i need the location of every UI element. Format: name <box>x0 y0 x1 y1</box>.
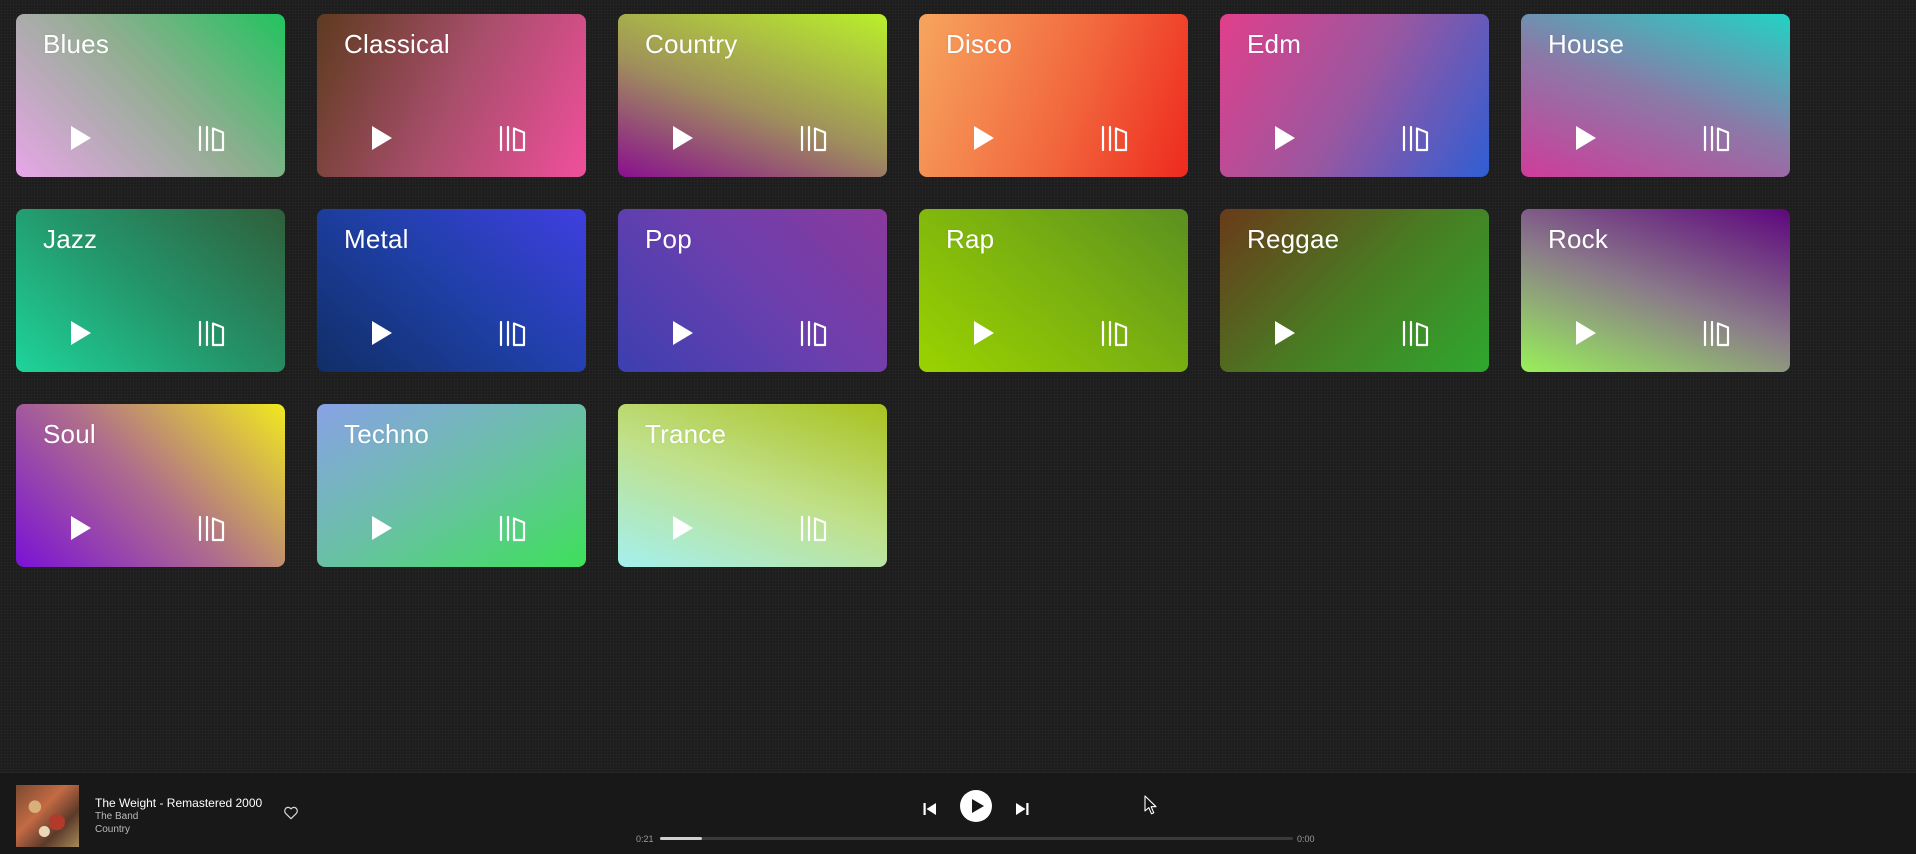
library-icon[interactable] <box>799 315 831 351</box>
library-icon[interactable] <box>1100 315 1132 351</box>
library-icon[interactable] <box>799 510 831 546</box>
library-icon[interactable] <box>1401 120 1433 156</box>
genre-title: Soul <box>43 419 96 449</box>
progress-fill <box>660 837 702 840</box>
track-genre: Country <box>95 824 131 835</box>
library-icon[interactable] <box>498 315 530 351</box>
genre-card[interactable]: Trance <box>618 404 887 567</box>
play-icon[interactable] <box>367 513 397 543</box>
play-icon[interactable] <box>969 123 999 153</box>
track-artist[interactable]: The Band <box>95 811 138 822</box>
genre-card[interactable]: Edm <box>1220 14 1489 177</box>
skip-next-icon[interactable] <box>1014 801 1030 817</box>
genre-title: Edm <box>1247 29 1302 59</box>
play-icon[interactable] <box>1571 318 1601 348</box>
time-total: 0:00 <box>1297 834 1315 844</box>
genre-title: Blues <box>43 29 110 59</box>
play-icon[interactable] <box>969 318 999 348</box>
play-icon[interactable] <box>367 318 397 348</box>
library-icon[interactable] <box>197 120 229 156</box>
play-icon[interactable] <box>66 318 96 348</box>
album-art[interactable] <box>16 785 79 847</box>
player-bar: The Weight - Remastered 2000 The Band Co… <box>0 772 1916 854</box>
library-icon[interactable] <box>1401 315 1433 351</box>
genre-title: Trance <box>645 419 727 449</box>
genre-card[interactable]: Rock <box>1521 209 1790 372</box>
genre-card[interactable]: Techno <box>317 404 586 567</box>
play-icon[interactable] <box>668 123 698 153</box>
genre-card[interactable]: Jazz <box>16 209 285 372</box>
library-icon[interactable] <box>197 510 229 546</box>
library-icon[interactable] <box>498 120 530 156</box>
genre-card[interactable]: Country <box>618 14 887 177</box>
play-icon[interactable] <box>66 123 96 153</box>
genre-grid: Blues Classical Country Disco Edm House Jazz Me… <box>16 14 1790 567</box>
genre-title: House <box>1548 29 1625 59</box>
progress-bar[interactable] <box>660 837 1293 840</box>
genre-card[interactable]: House <box>1521 14 1790 177</box>
genre-title: Rap <box>946 224 995 254</box>
play-icon[interactable] <box>1270 318 1300 348</box>
genre-card[interactable]: Blues <box>16 14 285 177</box>
library-icon[interactable] <box>1702 120 1734 156</box>
genre-title: Jazz <box>43 224 98 254</box>
play-circle-icon[interactable] <box>959 789 993 823</box>
genre-title: Techno <box>344 419 430 449</box>
genre-title: Disco <box>946 29 1013 59</box>
time-elapsed: 0:21 <box>636 834 654 844</box>
library-icon[interactable] <box>1702 315 1734 351</box>
play-icon[interactable] <box>66 513 96 543</box>
genre-title: Country <box>645 29 738 59</box>
genre-title: Reggae <box>1247 224 1340 254</box>
genre-title: Rock <box>1548 224 1609 254</box>
genre-card[interactable]: Reggae <box>1220 209 1489 372</box>
skip-previous-icon[interactable] <box>922 801 938 817</box>
play-icon[interactable] <box>367 123 397 153</box>
library-icon[interactable] <box>197 315 229 351</box>
genre-card[interactable]: Rap <box>919 209 1188 372</box>
track-title[interactable]: The Weight - Remastered 2000 <box>95 796 262 810</box>
play-icon[interactable] <box>668 318 698 348</box>
genre-card[interactable]: Classical <box>317 14 586 177</box>
play-icon[interactable] <box>1270 123 1300 153</box>
play-icon[interactable] <box>1571 123 1601 153</box>
genre-card[interactable]: Pop <box>618 209 887 372</box>
genre-card[interactable]: Disco <box>919 14 1188 177</box>
library-icon[interactable] <box>799 120 831 156</box>
play-icon[interactable] <box>668 513 698 543</box>
genre-title: Pop <box>645 224 692 254</box>
app-page: Blues Classical Country Disco Edm House Jazz Me… <box>0 0 1916 854</box>
mouse-cursor-icon <box>1144 795 1157 815</box>
heart-icon[interactable] <box>283 805 299 821</box>
genre-title: Classical <box>344 29 450 59</box>
library-icon[interactable] <box>1100 120 1132 156</box>
genre-card[interactable]: Metal <box>317 209 586 372</box>
genre-card[interactable]: Soul <box>16 404 285 567</box>
library-icon[interactable] <box>498 510 530 546</box>
genre-title: Metal <box>344 224 409 254</box>
